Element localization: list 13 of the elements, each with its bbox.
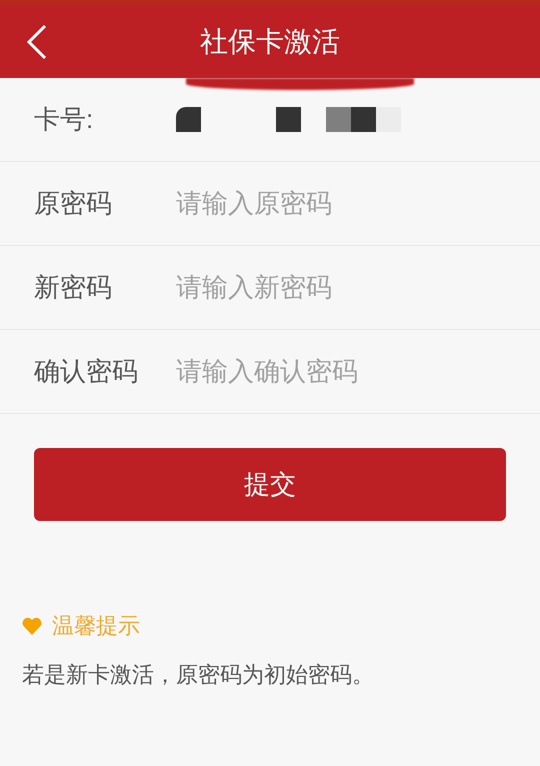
field-label: 新密码: [34, 271, 113, 304]
password-field[interactable]: 请输入原密码: [176, 178, 506, 228]
page-title: 社保卡激活: [200, 25, 340, 59]
field-label: 确认密码: [34, 355, 139, 388]
password-field[interactable]: 请输入确认密码: [176, 346, 506, 396]
field-label: 卡号:: [34, 103, 94, 136]
tip-text: 若是新卡激活，原密码为初始密码。: [22, 661, 375, 689]
submit-button[interactable]: 提交: [34, 448, 506, 521]
field-label: 原密码: [34, 187, 113, 220]
tip-title: 温馨提示: [52, 612, 140, 640]
password-field[interactable]: 请输入新密码: [176, 262, 506, 312]
back-icon: [26, 24, 48, 60]
heart-icon: [22, 616, 42, 634]
